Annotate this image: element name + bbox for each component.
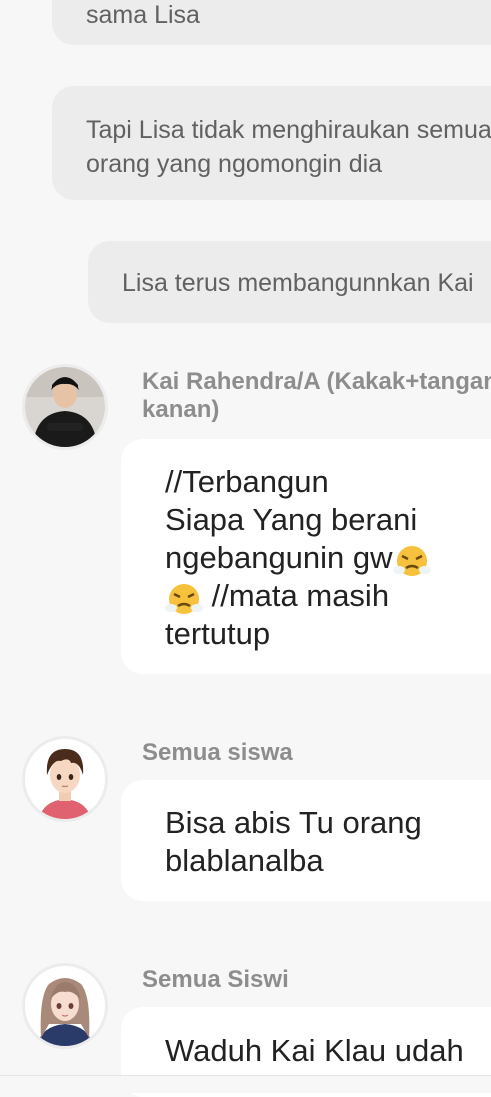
- message-line: //mata masih: [165, 577, 491, 615]
- sender-name: Kai Rahendra/A (Kakak+tangan kanan): [142, 368, 491, 423]
- man-dark-shirt-avatar[interactable]: [22, 364, 108, 450]
- narration-bubble: Lisa terus membangunnkan Kai: [88, 241, 491, 323]
- message-bubble: Bisa abis Tu orang blablanalba: [121, 780, 491, 901]
- angry-steam-face-emoji: [165, 581, 203, 615]
- narration-text: Lisa terus membangunnkan Kai: [122, 269, 474, 297]
- message-line: Siapa Yang berani: [165, 502, 418, 537]
- narration-text: Tapi Lisa tidak menghiraukan semua: [86, 116, 491, 144]
- message-line: Waduh Kai Klau udah: [165, 1033, 464, 1068]
- narration-bubble: sama Lisa: [52, 0, 491, 45]
- narration-text: orang yang ngomongin dia: [86, 150, 383, 178]
- narration-bubble: Tapi Lisa tidak menghiraukan semua orang…: [52, 86, 491, 200]
- narration-text: sama Lisa: [86, 1, 200, 29]
- angry-steam-face-emoji: [392, 543, 431, 577]
- message-line: ngebangunin gw: [165, 539, 491, 577]
- message-line: blablanalba: [165, 843, 324, 878]
- message-bubble: //Terbangun Siapa Yang berani ngebanguni…: [121, 439, 491, 674]
- message-line: //Terbangun: [165, 464, 329, 499]
- sender-name: Semua siswa: [142, 739, 293, 766]
- anime-girl-avatar[interactable]: [22, 963, 108, 1049]
- message-line: Bisa abis Tu orang: [165, 805, 422, 840]
- bottom-divider: [0, 1075, 491, 1093]
- anime-boy-avatar[interactable]: [22, 736, 108, 822]
- sender-name: Semua Siswi: [142, 966, 289, 993]
- message-line: tertutup: [165, 616, 271, 651]
